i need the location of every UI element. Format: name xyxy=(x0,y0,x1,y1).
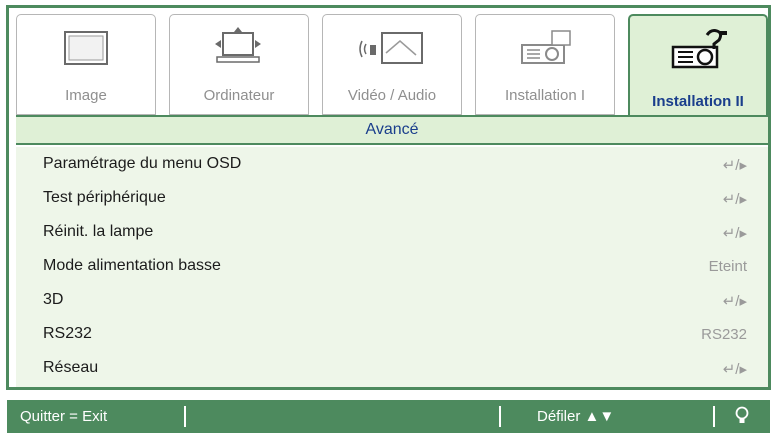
menu-item-label: RS232 xyxy=(43,325,92,342)
bulb-icon xyxy=(735,406,749,430)
computer-icon xyxy=(170,23,308,75)
monitor-icon xyxy=(17,23,155,75)
tab-video-audio-label: Vidéo / Audio xyxy=(347,87,437,104)
footer-divider xyxy=(713,406,715,427)
footer-bar: Quitter = Exit Défiler ▲▼ xyxy=(7,400,770,433)
section-title: Avancé xyxy=(365,121,419,138)
menu-list: Paramétrage du menu OSD ↵/▸ Test périphé… xyxy=(16,147,768,387)
tab-ordinateur[interactable]: Ordinateur xyxy=(169,14,309,115)
menu-item-osd-settings[interactable]: Paramétrage du menu OSD ↵/▸ xyxy=(16,147,768,181)
tab-image[interactable]: Image xyxy=(16,14,156,115)
menu-item-device-test[interactable]: Test périphérique ↵/▸ xyxy=(16,181,768,215)
tab-image-label: Image xyxy=(65,87,107,104)
enter-arrow-icon: ↵/▸ xyxy=(722,361,747,378)
projector-settings-icon xyxy=(630,24,766,76)
footer-divider xyxy=(499,406,501,427)
projector-icon xyxy=(476,23,614,75)
enter-arrow-icon: ↵/▸ xyxy=(722,293,747,310)
menu-item-rs232[interactable]: RS232 RS232 xyxy=(16,317,768,351)
menu-item-network[interactable]: Réseau ↵/▸ xyxy=(16,351,768,385)
tab-video-audio[interactable]: Vidéo / Audio xyxy=(322,14,462,115)
quit-hint: Quitter = Exit xyxy=(20,408,108,425)
tab-installation-1[interactable]: Installation I xyxy=(475,14,615,115)
menu-item-label: Réseau xyxy=(43,359,99,376)
menu-item-lamp-reset[interactable]: Réinit. la lampe ↵/▸ xyxy=(16,215,768,249)
menu-item-low-power-mode[interactable]: Mode alimentation basse Eteint xyxy=(16,249,768,283)
menu-item-label: Paramétrage du menu OSD xyxy=(43,155,242,172)
enter-arrow-icon: ↵/▸ xyxy=(722,191,747,208)
enter-arrow-icon: ↵/▸ xyxy=(722,157,747,174)
tab-ordinateur-label: Ordinateur xyxy=(203,87,275,104)
tab-installation-2[interactable]: Installation II xyxy=(628,14,768,120)
menu-item-label: Réinit. la lampe xyxy=(43,223,154,240)
tab-bar: Image Ordinateur Vidéo / Audio Installat… xyxy=(16,14,768,120)
menu-item-label: Test périphérique xyxy=(43,189,166,206)
tab-installation-2-label: Installation II xyxy=(652,93,744,110)
video-audio-icon xyxy=(323,23,461,75)
menu-item-3d[interactable]: 3D ↵/▸ xyxy=(16,283,768,317)
menu-item-value: Eteint xyxy=(708,258,747,275)
section-header: Avancé xyxy=(16,115,768,145)
footer-divider xyxy=(184,406,186,427)
osd-menu: Image Ordinateur Vidéo / Audio Installat… xyxy=(6,5,771,390)
menu-item-label: Mode alimentation basse xyxy=(43,257,221,274)
tab-installation-1-label: Installation I xyxy=(504,87,586,104)
menu-item-label: 3D xyxy=(43,291,64,308)
menu-item-value: RS232 xyxy=(701,326,747,343)
enter-arrow-icon: ↵/▸ xyxy=(722,225,747,242)
scroll-hint: Défiler ▲▼ xyxy=(537,408,615,425)
